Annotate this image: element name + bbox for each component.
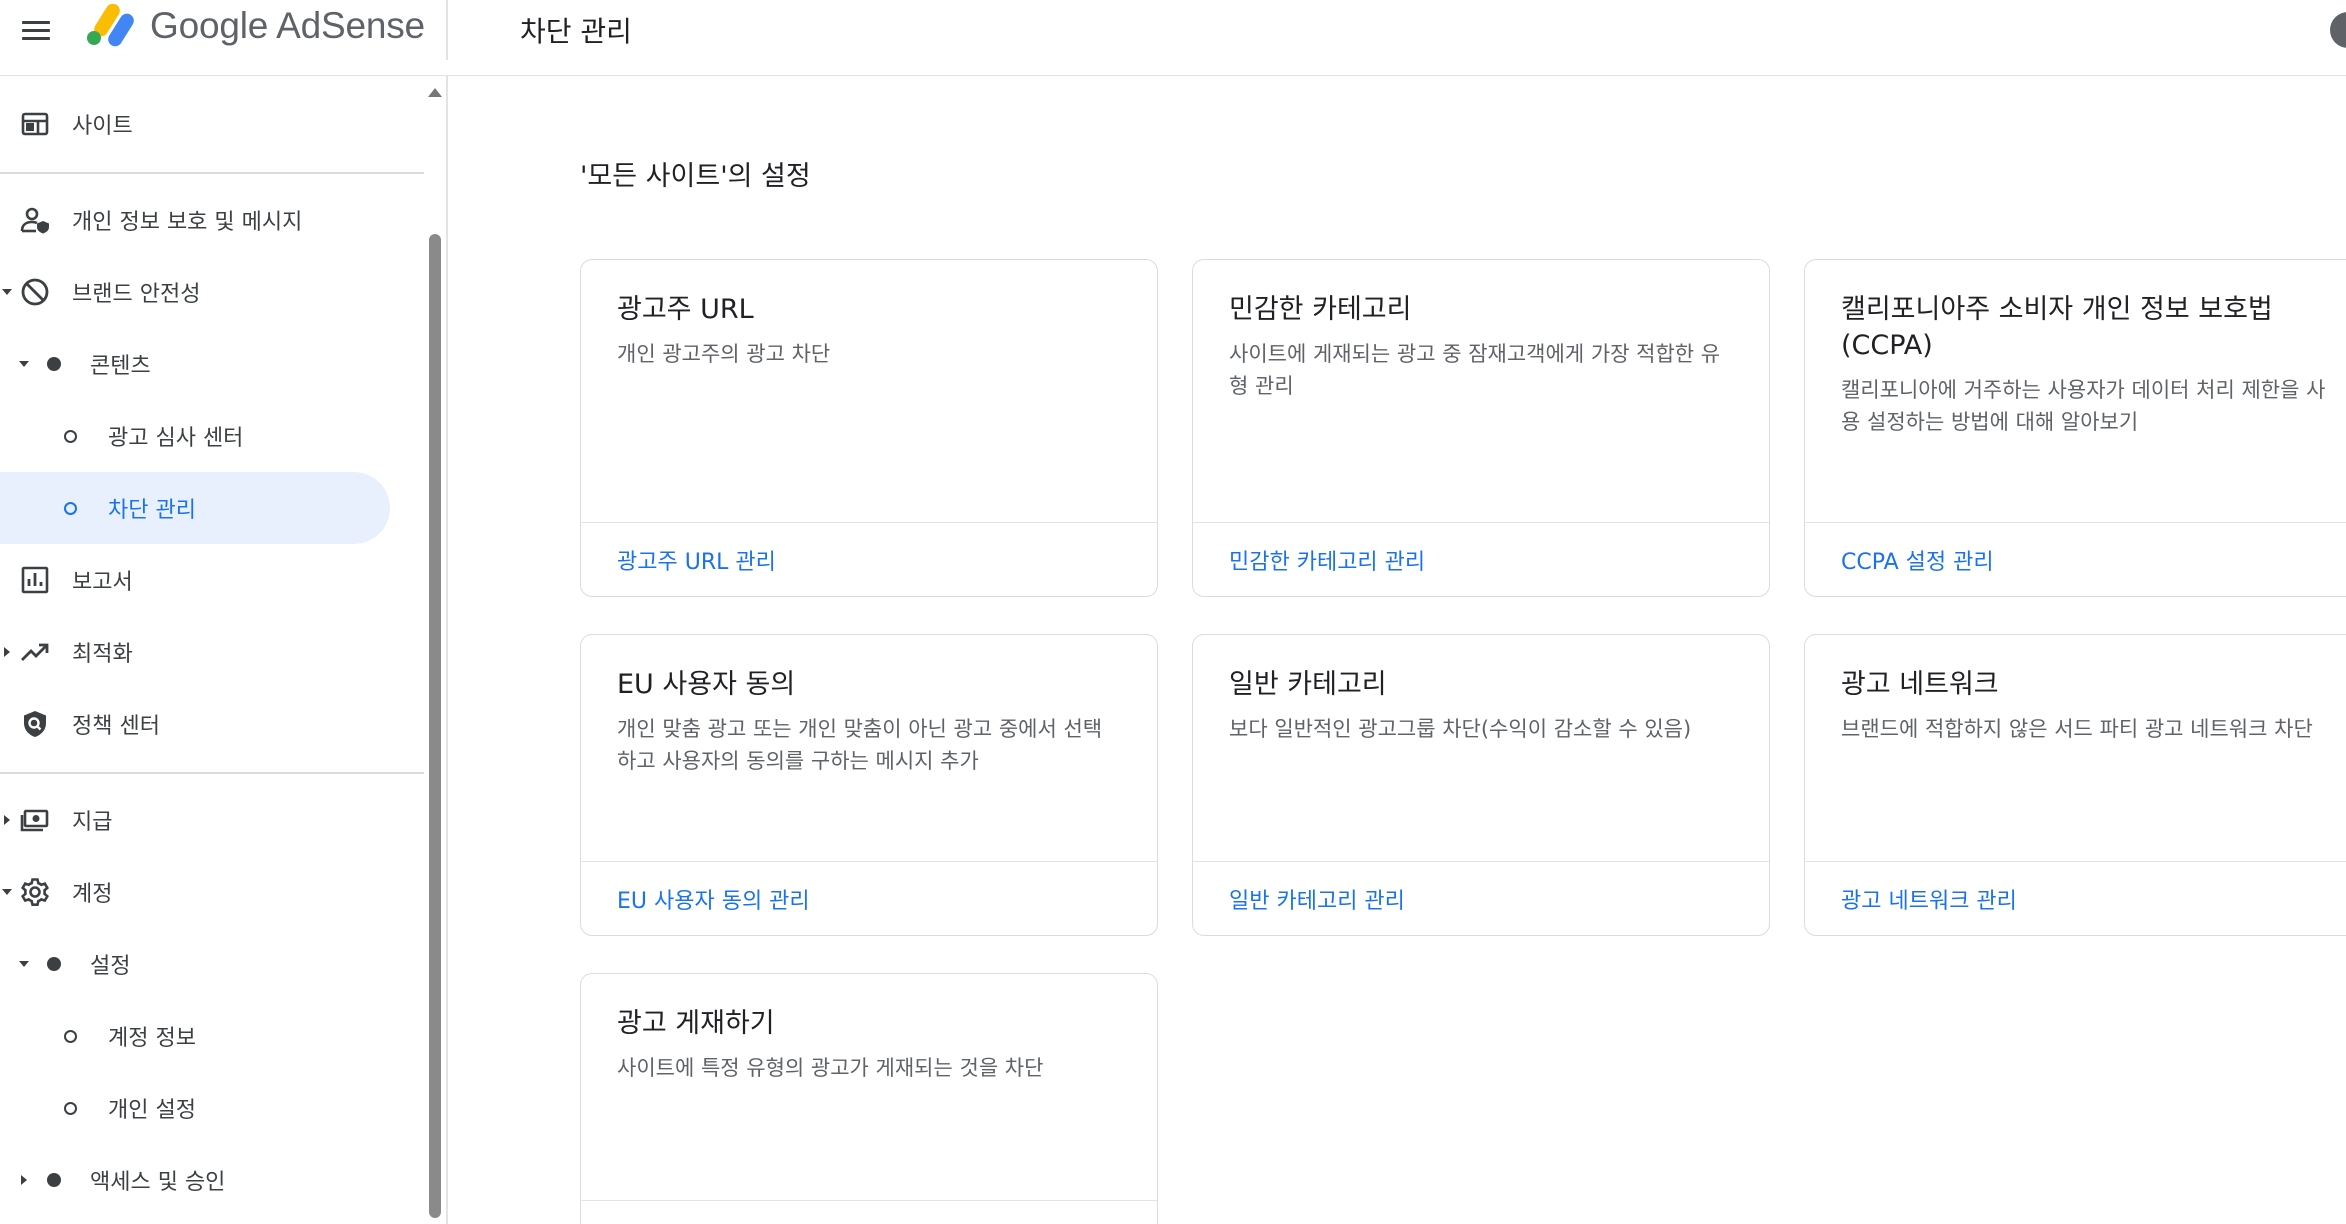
block-icon bbox=[18, 275, 52, 309]
sidebar-border bbox=[446, 76, 448, 1224]
manage-general-categories-link[interactable]: 일반 카테고리 관리 bbox=[1229, 883, 1405, 915]
sidebar-item-label: 개인 정보 보호 및 메시지 bbox=[72, 210, 303, 235]
ccpa-card: 캘리포니아주 소비자 개인 정보 보호법(CCPA) 캘리포니아에 거주하는 사… bbox=[1804, 259, 2346, 597]
sidebar-item-sites[interactable]: 사이트 bbox=[0, 88, 390, 160]
sidebar-item-label: 콘텐츠 bbox=[90, 354, 151, 379]
scroll-up-arrow-icon[interactable] bbox=[428, 88, 442, 97]
manage-ccpa-settings-link[interactable]: CCPA 설정 관리 bbox=[1841, 544, 1994, 576]
sidebar-item-label: 최적화 bbox=[72, 642, 133, 667]
bullet-ring-icon bbox=[64, 430, 77, 443]
sidebar-item-label: 설정 bbox=[90, 954, 131, 979]
sidebar-scroll-thumb[interactable] bbox=[429, 234, 441, 1218]
sidebar-item-reports[interactable]: 보고서 bbox=[0, 544, 390, 616]
sidebar-item-payments[interactable]: 지급 bbox=[0, 784, 390, 856]
bullet-dot-icon bbox=[47, 357, 61, 371]
trending-up-icon bbox=[18, 635, 52, 669]
card-description: 사이트에 게재되는 광고 중 잠재고객에게 가장 적합한 유형 관리 bbox=[1229, 342, 1721, 398]
manage-sensitive-categories-link[interactable]: 민감한 카테고리 관리 bbox=[1229, 544, 1425, 576]
general-categories-card: 일반 카테고리 보다 일반적인 광고그룹 차단(수익이 감소할 수 있음) 일반… bbox=[1192, 634, 1770, 936]
card-description: 사이트에 특정 유형의 광고가 게재되는 것을 차단 bbox=[617, 1056, 1044, 1080]
caret-down-icon bbox=[2, 289, 12, 295]
card-description: 브랜드에 적합하지 않은 서드 파티 광고 네트워크 차단 bbox=[1841, 717, 2313, 741]
sidebar-item-label: 계정 정보 bbox=[108, 1026, 196, 1051]
sidebar-item-label: 지급 bbox=[72, 810, 113, 835]
card-footer: CCPA 설정 관리 bbox=[1805, 522, 2346, 596]
topbar-divider bbox=[446, 0, 448, 60]
caret-down-icon bbox=[2, 889, 12, 895]
sidebar-item-label: 광고 심사 센터 bbox=[108, 426, 244, 451]
manage-advertiser-url-link[interactable]: 광고주 URL 관리 bbox=[617, 544, 776, 576]
card-title: 광고 게재하기 bbox=[617, 1008, 775, 1039]
card-title: 일반 카테고리 bbox=[1229, 669, 1387, 700]
sidebar-item-label: 사이트 bbox=[72, 114, 133, 139]
card-title: 민감한 카테고리 bbox=[1229, 294, 1412, 325]
sidebar-item-label: 정책 센터 bbox=[72, 714, 160, 739]
card-description: 개인 맞춤 광고 또는 개인 맞춤이 아닌 광고 중에서 선택하고 사용자의 동… bbox=[617, 717, 1103, 773]
sidebar-item-label: 개인 설정 bbox=[108, 1098, 196, 1123]
sidebar-item-settings[interactable]: 설정 bbox=[0, 928, 390, 1000]
sidebar-item-label: 액세스 및 승인 bbox=[90, 1170, 226, 1195]
section-title: '모든 사이트'의 설정 bbox=[580, 161, 811, 192]
sidebar-item-ad-review-center[interactable]: 광고 심사 센터 bbox=[0, 400, 390, 472]
card-footer: EU 사용자 동의 관리 bbox=[581, 861, 1157, 935]
sidebar-item-personal-settings[interactable]: 개인 설정 bbox=[0, 1072, 390, 1144]
card-title: 광고주 URL bbox=[617, 294, 754, 325]
gear-icon bbox=[18, 875, 52, 909]
bullet-dot-icon bbox=[47, 957, 61, 971]
bullet-ring-icon bbox=[64, 1030, 77, 1043]
sensitive-categories-card: 민감한 카테고리 사이트에 게재되는 광고 중 잠재고객에게 가장 적합한 유형… bbox=[1192, 259, 1770, 597]
ad-serving-card: 광고 게재하기 사이트에 특정 유형의 광고가 게재되는 것을 차단 bbox=[580, 973, 1158, 1224]
caret-right-icon bbox=[4, 647, 10, 657]
manage-ad-networks-link[interactable]: 광고 네트워크 관리 bbox=[1841, 883, 2017, 915]
account-avatar[interactable] bbox=[2330, 12, 2346, 48]
payments-icon bbox=[18, 803, 52, 837]
sidebar-item-privacy-messaging[interactable]: 개인 정보 보호 및 메시지 bbox=[0, 184, 390, 256]
card-footer: 광고주 URL 관리 bbox=[581, 522, 1157, 596]
ad-networks-card: 광고 네트워크 브랜드에 적합하지 않은 서드 파티 광고 네트워크 차단 광고… bbox=[1804, 634, 2346, 936]
card-description: 개인 광고주의 광고 차단 bbox=[617, 342, 831, 366]
card-description: 보다 일반적인 광고그룹 차단(수익이 감소할 수 있음) bbox=[1229, 717, 1692, 741]
sidebar-item-access-authorization[interactable]: 액세스 및 승인 bbox=[0, 1144, 390, 1216]
sidebar-item-label: 계정 bbox=[72, 882, 113, 907]
sidebar-item-account-info[interactable]: 계정 정보 bbox=[0, 1000, 390, 1072]
sidebar-item-account[interactable]: 계정 bbox=[0, 856, 390, 928]
sidebar-item-blocking-controls[interactable]: 차단 관리 bbox=[0, 472, 390, 544]
page-title: 차단 관리 bbox=[520, 15, 632, 48]
sidebar-divider bbox=[0, 772, 424, 774]
manage-eu-user-consent-link[interactable]: EU 사용자 동의 관리 bbox=[617, 883, 810, 915]
bullet-ring-icon bbox=[64, 502, 77, 515]
sidebar-item-label: 보고서 bbox=[72, 570, 133, 595]
sidebar-divider bbox=[0, 172, 424, 174]
caret-down-icon bbox=[19, 361, 29, 367]
web-icon bbox=[18, 107, 52, 141]
sidebar-item-optimization[interactable]: 최적화 bbox=[0, 616, 390, 688]
card-title: 캘리포니아주 소비자 개인 정보 보호법(CCPA) bbox=[1841, 294, 2273, 361]
advertiser-url-card: 광고주 URL 개인 광고주의 광고 차단 광고주 URL 관리 bbox=[580, 259, 1158, 597]
sidebar-item-label: 브랜드 안전성 bbox=[72, 282, 201, 307]
caret-right-icon bbox=[4, 815, 10, 825]
card-footer: 광고 네트워크 관리 bbox=[1805, 861, 2346, 935]
sidebar-item-label: 차단 관리 bbox=[108, 498, 196, 523]
report-chart-icon bbox=[18, 563, 52, 597]
card-footer: 일반 카테고리 관리 bbox=[1193, 861, 1769, 935]
card-title: EU 사용자 동의 bbox=[617, 669, 796, 700]
privacy-person-icon bbox=[18, 203, 52, 237]
card-description: 캘리포니아에 거주하는 사용자가 데이터 처리 제한을 사용 설정하는 방법에 … bbox=[1841, 378, 2326, 434]
sidebar-nav-list: 사이트 개인 정보 보호 및 메시지 브랜드 안전성 콘텐츠 광고 심사 센터 … bbox=[0, 0, 424, 1224]
bullet-dot-icon bbox=[47, 1173, 61, 1187]
policy-shield-icon bbox=[18, 707, 52, 741]
sidebar-item-brand-safety[interactable]: 브랜드 안전성 bbox=[0, 256, 390, 328]
card-footer bbox=[581, 1200, 1157, 1224]
bullet-ring-icon bbox=[64, 1102, 77, 1115]
card-title: 광고 네트워크 bbox=[1841, 669, 1999, 700]
caret-right-icon bbox=[21, 1175, 27, 1185]
sidebar-item-content[interactable]: 콘텐츠 bbox=[0, 328, 390, 400]
caret-down-icon bbox=[19, 961, 29, 967]
card-footer: 민감한 카테고리 관리 bbox=[1193, 522, 1769, 596]
sidebar-item-policy-center[interactable]: 정책 센터 bbox=[0, 688, 390, 760]
eu-user-consent-card: EU 사용자 동의 개인 맞춤 광고 또는 개인 맞춤이 아닌 광고 중에서 선… bbox=[580, 634, 1158, 936]
